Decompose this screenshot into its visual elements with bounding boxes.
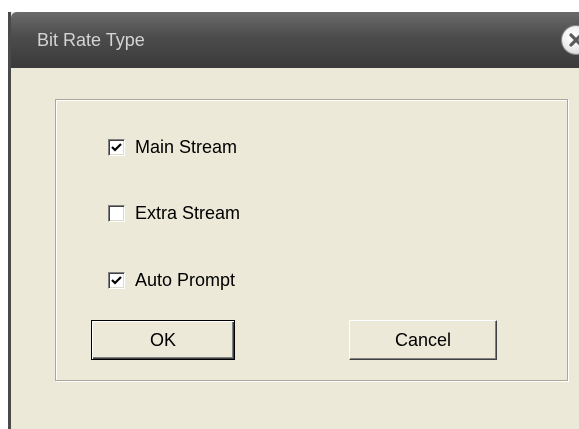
auto-prompt-checkbox[interactable] (108, 271, 125, 289)
title-bar[interactable]: Bit Rate Type (11, 12, 579, 68)
extra-stream-checkbox[interactable] (108, 204, 125, 222)
close-button[interactable] (562, 26, 579, 54)
main-stream-option[interactable]: Main Stream (108, 136, 237, 158)
checkmark-icon (111, 142, 122, 152)
dialog-title: Bit Rate Type (37, 30, 145, 50)
bit-rate-type-dialog: Bit Rate Type Main Stream Extra Stream A… (8, 12, 579, 429)
main-stream-checkbox[interactable] (108, 138, 125, 156)
checkmark-icon (111, 275, 122, 285)
close-icon (569, 33, 579, 47)
extra-stream-label: Extra Stream (135, 202, 241, 223)
cancel-button[interactable]: Cancel (349, 320, 497, 360)
ok-button[interactable]: OK (91, 320, 235, 360)
main-stream-label: Main Stream (135, 136, 238, 157)
extra-stream-option[interactable]: Extra Stream (108, 202, 240, 224)
auto-prompt-label: Auto Prompt (135, 269, 236, 290)
auto-prompt-option[interactable]: Auto Prompt (108, 269, 235, 291)
